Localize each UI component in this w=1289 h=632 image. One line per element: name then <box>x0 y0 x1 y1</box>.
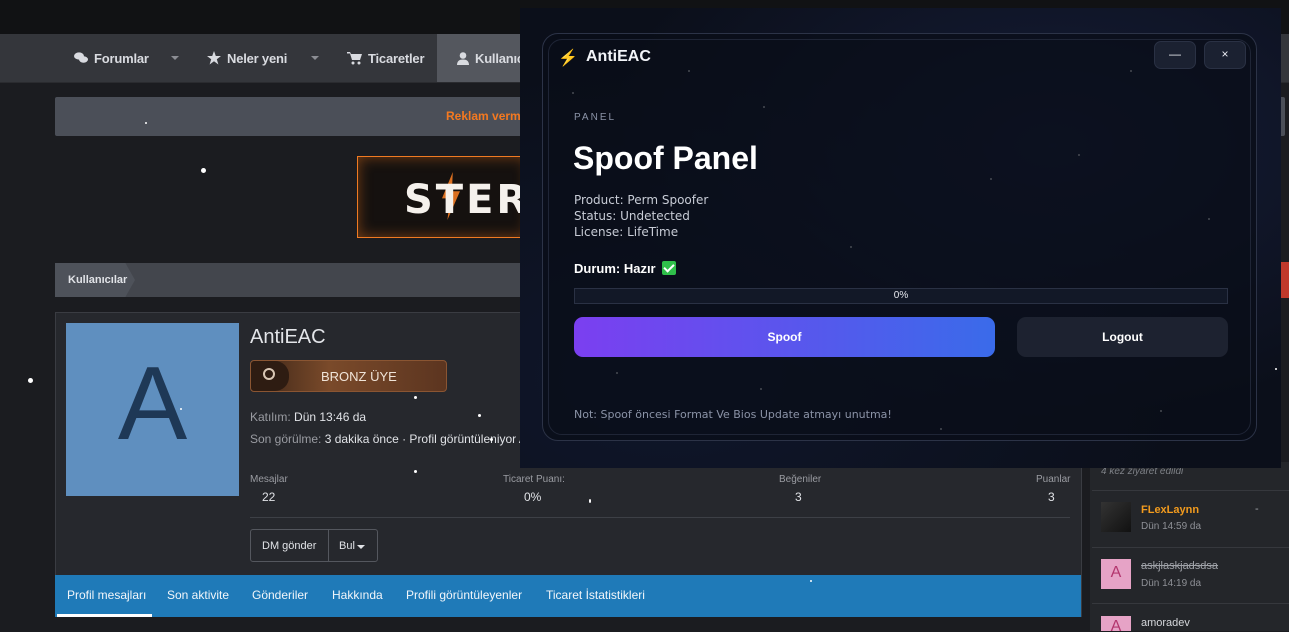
tab-profile-posts[interactable]: Profil mesajları <box>67 588 146 602</box>
comments-icon <box>74 52 88 63</box>
chevron-down-icon[interactable] <box>311 56 319 60</box>
star-particle <box>589 499 591 503</box>
app-title: AntiEAC <box>586 48 651 65</box>
tab-postings[interactable]: Gönderiler <box>252 588 308 602</box>
last-seen-label: Son görülme: <box>250 432 322 446</box>
tab-about[interactable]: Hakkında <box>332 588 383 602</box>
antieac-window: ⚡ AntiEAC — × PANEL Spoof Panel Product:… <box>520 8 1281 468</box>
rank-badge: BRONZ ÜYE <box>250 360 447 392</box>
star-particle <box>180 408 182 410</box>
profile-username: AntiEAC <box>250 326 326 348</box>
joined-label: Katılım: <box>250 410 291 424</box>
lightning-icon: ⚡ <box>558 50 578 67</box>
minimize-button[interactable]: — <box>1154 41 1196 69</box>
tab-trade-stats[interactable]: Ticaret İstatistikleri <box>546 588 645 602</box>
nav-forums-label: Forumlar <box>94 50 149 66</box>
medal-icon <box>251 361 289 391</box>
breadcrumb-users[interactable]: Kullanıcılar <box>55 263 135 297</box>
visitor-name[interactable]: FLexLaynn <box>1141 504 1199 516</box>
progress-bar: 0% <box>574 288 1228 304</box>
site-banner[interactable]: STERN <box>357 156 564 238</box>
spoof-button-label: Spoof <box>767 330 802 344</box>
star-particle <box>810 580 812 582</box>
license-info: License: LifeTime <box>574 225 679 239</box>
cart-icon <box>347 51 362 64</box>
stat-trade-value[interactable]: 0% <box>524 490 541 504</box>
avatar[interactable] <box>1101 502 1131 532</box>
nav-users[interactable]: Kullanıcı <box>457 46 528 70</box>
stat-messages-value[interactable]: 22 <box>262 490 275 504</box>
divider <box>250 517 1070 518</box>
nav-trades[interactable]: Ticaretler <box>347 46 425 70</box>
avatar-letter: A <box>1110 564 1122 581</box>
breadcrumb-label: Kullanıcılar <box>68 274 128 286</box>
check-icon <box>661 261 676 275</box>
joined-line: Katılım: Dün 13:46 da <box>250 410 366 424</box>
close-button[interactable]: × <box>1204 41 1246 69</box>
star-particle <box>478 414 481 417</box>
stat-points-label: Puanlar <box>1036 474 1071 485</box>
status-info: Status: Undetected <box>574 209 690 223</box>
logout-button[interactable]: Logout <box>1017 317 1228 357</box>
nav-trades-label: Ticaretler <box>368 50 425 66</box>
star-particle <box>490 438 493 441</box>
visitor-name[interactable]: amoradev <box>1141 617 1190 629</box>
find-button[interactable]: Bul <box>339 540 355 552</box>
avatar-letter: A <box>117 346 188 462</box>
star-particle <box>145 122 147 124</box>
status-line: Durum: Hazır <box>574 261 676 276</box>
star-particle <box>28 378 33 383</box>
nav-whats-new-label: Neler yeni <box>227 50 288 66</box>
stat-messages-label: Mesajlar <box>250 474 288 485</box>
tab-recent-activity[interactable]: Son aktivite <box>167 588 229 602</box>
ad-text: Reklam verme <box>446 109 528 123</box>
star-particle <box>201 168 206 173</box>
visitor-time: Dün 14:59 da <box>1141 521 1202 532</box>
product-info: Product: Perm Spoofer <box>574 193 709 207</box>
avatar-letter: A <box>1110 618 1122 631</box>
divider <box>328 530 329 561</box>
star-icon <box>207 51 221 65</box>
status-text: Durum: Hazır <box>574 261 656 276</box>
page-title: Spoof Panel <box>573 140 758 176</box>
stat-likes-label: Beğeniler <box>779 474 822 485</box>
chevron-down-icon <box>357 545 365 549</box>
nav-whats-new[interactable]: Neler yeni <box>207 46 287 70</box>
note-text: Not: Spoof öncesi Format Ve Bios Update … <box>574 408 892 421</box>
tab-profile-viewers[interactable]: Profili görüntüleyenler <box>406 588 522 602</box>
visitor-dash: - <box>1255 503 1259 515</box>
avatar[interactable]: A <box>1101 559 1131 589</box>
last-seen-value: 3 dakika önce · Profil görüntüleniyor An <box>324 432 534 446</box>
spoof-button[interactable]: Spoof <box>574 317 995 357</box>
profile-tabs: Profil mesajları Son aktivite Gönderiler… <box>55 575 1081 617</box>
rank-label: BRONZ ÜYE <box>321 369 397 384</box>
nav-forums[interactable]: Forumlar <box>74 46 149 70</box>
chevron-down-icon[interactable] <box>171 56 179 60</box>
joined-value: Dün 13:46 da <box>294 410 367 424</box>
red-side-marker <box>1281 262 1289 298</box>
avatar[interactable]: A <box>66 323 239 496</box>
dm-button[interactable]: DM gönder <box>262 540 316 552</box>
visitor-name[interactable]: askjlaskjadsdsa <box>1141 560 1218 572</box>
logout-button-label: Logout <box>1102 330 1143 344</box>
avatar[interactable]: A <box>1101 616 1131 631</box>
profile-actions: DM gönder Bul <box>250 529 378 562</box>
star-particle <box>414 470 417 473</box>
visitor-time: Dün 14:19 da <box>1141 578 1202 589</box>
star-particle <box>1275 368 1277 370</box>
stat-points-value[interactable]: 3 <box>1048 490 1055 504</box>
progress-text: 0% <box>893 290 909 301</box>
section-label: PANEL <box>574 112 617 123</box>
user-icon <box>457 51 469 65</box>
star-particle <box>414 396 417 399</box>
tab-active-indicator <box>57 614 152 617</box>
stat-trade-label: Ticaret Puanı: <box>503 474 565 485</box>
stat-likes-value[interactable]: 3 <box>795 490 802 504</box>
